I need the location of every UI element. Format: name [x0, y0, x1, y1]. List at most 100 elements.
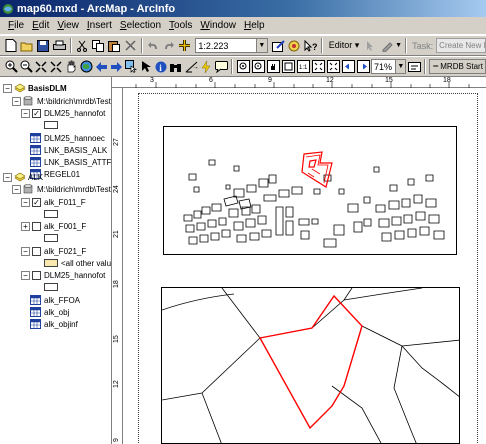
zoom-in-icon[interactable]	[4, 58, 18, 75]
menu-edit[interactable]: Edit	[28, 20, 53, 31]
identify-icon[interactable]: i	[154, 58, 168, 75]
menu-bar: File Edit View Insert Selection Tools Wi…	[0, 17, 486, 35]
toc-workspace[interactable]: − M:\bildrich\mrdb\Test	[12, 183, 111, 195]
mrdb-start-button[interactable]: ═ MRDB Start	[429, 59, 486, 74]
legend-swatch	[44, 121, 58, 129]
layout-pan-icon[interactable]	[266, 58, 280, 75]
add-data-icon[interactable]	[177, 37, 192, 54]
toc-table[interactable]: LNK_BASIS_ALK	[30, 144, 107, 156]
pan-icon[interactable]	[64, 58, 78, 75]
toc-layer[interactable]: − ✓ alk_F011_F	[21, 196, 86, 208]
menu-tools[interactable]: Tools	[165, 20, 196, 31]
toc-layer[interactable]: + alk_F001_F	[21, 220, 86, 232]
data-frame-overview[interactable]	[163, 126, 457, 255]
zoom-whole-page-icon[interactable]	[281, 58, 295, 75]
standard-toolbar: 1:2.223 ▼ ? Editor ▾ ▼ Task: Create New F…	[0, 35, 486, 56]
toc-table[interactable]: DLM25_hannoec	[30, 132, 105, 144]
toc-table[interactable]: LNK_BASIS_ATTF	[30, 156, 111, 168]
menu-file[interactable]: File	[4, 20, 28, 31]
open-folder-icon[interactable]	[20, 37, 35, 54]
toolbar-separator	[231, 59, 233, 74]
save-icon[interactable]	[36, 37, 51, 54]
zoom-100-icon[interactable]: 1:1	[296, 58, 310, 75]
page-canvas[interactable]	[124, 89, 486, 444]
back-extent-icon[interactable]	[94, 58, 108, 75]
expand-icon[interactable]: +	[21, 221, 30, 231]
chevron-down-icon[interactable]: ▼	[255, 39, 267, 52]
layer-visibility-checkbox[interactable]	[32, 221, 41, 231]
selected-parcel-outline	[258, 294, 363, 430]
svg-text:1:1: 1:1	[299, 65, 308, 71]
toc-table[interactable]: alk_obj	[30, 306, 69, 318]
undo-icon[interactable]	[146, 37, 161, 54]
toc-table[interactable]: alk_FFOA	[30, 294, 80, 306]
table-icon	[30, 133, 42, 143]
whats-this-icon[interactable]: ?	[303, 37, 318, 54]
fixed-zoom-in-icon[interactable]	[34, 58, 48, 75]
toc-group-alk[interactable]: − ALK	[3, 171, 43, 183]
toc-workspace[interactable]: − M:\bildrich\mrdb\Test	[12, 95, 111, 107]
tools-toolbar: i → 1:1 71% ▼ ═ MRDB Start	[0, 56, 486, 77]
collapse-icon[interactable]: −	[21, 108, 30, 118]
layout-zoom-out-icon[interactable]	[251, 58, 265, 75]
fixed-zoom-in-layout-icon[interactable]	[311, 58, 325, 75]
edit-tool-icon[interactable]	[363, 37, 378, 54]
select-features-icon[interactable]	[124, 58, 138, 75]
data-frame-detail[interactable]	[161, 287, 460, 444]
layer-visibility-checkbox[interactable]	[32, 270, 41, 280]
chevron-down-icon[interactable]: ▼	[395, 60, 406, 73]
hyperlink-icon[interactable]	[199, 58, 213, 75]
new-document-icon[interactable]	[4, 37, 19, 54]
delete-icon[interactable]	[123, 37, 138, 54]
sketch-tool-icon[interactable]	[379, 37, 394, 54]
copy-icon[interactable]	[91, 37, 106, 54]
toc-layer[interactable]: − alk_F021_F	[21, 245, 86, 257]
collapse-icon[interactable]: −	[12, 184, 21, 194]
collapse-icon[interactable]: −	[21, 270, 30, 280]
redo-icon[interactable]	[161, 37, 176, 54]
layout-zoom-in-icon[interactable]	[236, 58, 250, 75]
arctoolbox-icon[interactable]	[287, 37, 302, 54]
toggle-draft-mode-icon[interactable]	[407, 58, 421, 75]
layout-view[interactable]: 3 6 9 12 15 18 27 24 21 18 15 12 9	[112, 77, 486, 444]
forward-extent-icon[interactable]	[109, 58, 123, 75]
zoom-out-icon[interactable]	[19, 58, 33, 75]
menu-insert[interactable]: Insert	[83, 20, 116, 31]
next-extent-layout-icon[interactable]	[356, 58, 370, 75]
paste-icon[interactable]	[107, 37, 122, 54]
collapse-icon[interactable]: −	[3, 172, 12, 182]
task-combo[interactable]: Create New Feat	[436, 38, 486, 53]
toc-group-basisdlm[interactable]: − BasisDLM	[3, 82, 67, 94]
measure-icon[interactable]: →	[184, 58, 198, 75]
layer-visibility-checkbox[interactable]: ✓	[32, 108, 41, 118]
print-icon[interactable]	[52, 37, 67, 54]
menu-help[interactable]: Help	[240, 20, 269, 31]
editor-menu[interactable]: Editor ▾	[326, 40, 363, 51]
layer-visibility-checkbox[interactable]: ✓	[32, 197, 41, 207]
toc-layer[interactable]: − ✓ DLM25_hannofot	[21, 107, 105, 119]
find-binoculars-icon[interactable]	[169, 58, 183, 75]
collapse-icon[interactable]: −	[3, 83, 12, 93]
toc-table[interactable]: alk_objinf	[30, 318, 78, 330]
menu-selection[interactable]: Selection	[116, 20, 165, 31]
full-extent-icon[interactable]	[79, 58, 93, 75]
map-scale-combo[interactable]: 1:2.223 ▼	[195, 38, 268, 53]
select-elements-icon[interactable]	[139, 58, 153, 75]
menu-view[interactable]: View	[53, 20, 83, 31]
fixed-zoom-out-icon[interactable]	[49, 58, 63, 75]
map-tips-icon[interactable]	[214, 58, 228, 75]
ruler-tick-label: 27	[113, 138, 120, 146]
menu-window[interactable]: Window	[196, 20, 240, 31]
editor-toolbar-icon[interactable]	[271, 37, 286, 54]
ruler-tick-label: 18	[113, 280, 120, 288]
collapse-icon[interactable]: −	[21, 197, 30, 207]
layer-visibility-checkbox[interactable]	[32, 246, 41, 256]
toc-layer[interactable]: − DLM25_hannofot	[21, 269, 105, 281]
chevron-down-icon[interactable]: ▼	[395, 37, 402, 54]
zoom-percent-combo[interactable]: 71% ▼	[371, 59, 407, 74]
cut-icon[interactable]	[75, 37, 90, 54]
previous-extent-layout-icon[interactable]	[341, 58, 355, 75]
collapse-icon[interactable]: −	[12, 96, 21, 106]
fixed-zoom-out-layout-icon[interactable]	[326, 58, 340, 75]
collapse-icon[interactable]: −	[21, 246, 30, 256]
